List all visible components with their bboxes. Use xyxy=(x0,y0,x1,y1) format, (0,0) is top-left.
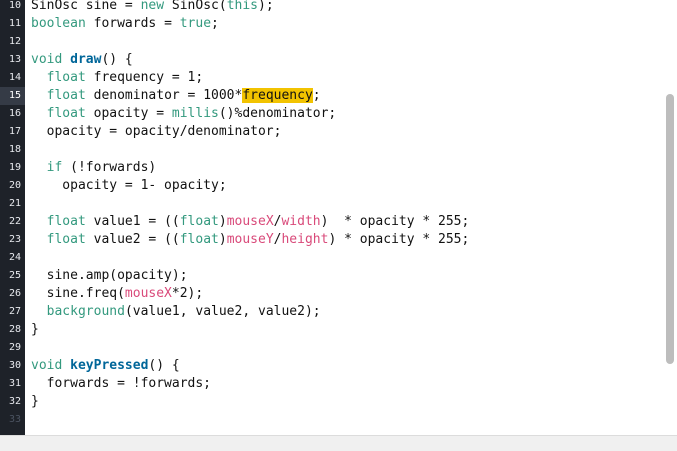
code-line: sine.amp(opacity); xyxy=(31,268,188,283)
line-number: 18 xyxy=(8,144,21,155)
line-number: 25 xyxy=(8,270,21,281)
line-number: 10 xyxy=(8,0,21,11)
code-line: } xyxy=(31,322,39,337)
code-line: float opacity = millis()%denominator; xyxy=(46,106,337,121)
horizontal-scrollbar[interactable] xyxy=(0,435,677,451)
code-line: void keyPressed() { xyxy=(31,358,180,373)
code-line: SinOsc sine = new SinOsc(this); xyxy=(31,0,274,13)
code-line: float value1 = ((float)mouseX/width) * o… xyxy=(46,214,470,229)
code-line: float value2 = ((float)mouseY/height) * … xyxy=(46,232,470,247)
code-line-current: float denominator = 1000*frequency; xyxy=(46,88,321,103)
line-number: 22 xyxy=(8,216,21,227)
line-number: 19 xyxy=(8,162,21,173)
line-number: 24 xyxy=(8,252,21,263)
line-number: 14 xyxy=(8,72,21,83)
line-number: 31 xyxy=(8,378,21,389)
line-number: 11 xyxy=(8,18,21,29)
code-line: sine.freq(mouseX*2); xyxy=(31,286,204,301)
code-line: forwards = !forwards; xyxy=(31,376,212,391)
search-highlight: frequency xyxy=(242,88,313,103)
line-number: 30 xyxy=(8,360,21,371)
line-number: 32 xyxy=(8,396,21,407)
vertical-scrollbar-thumb[interactable] xyxy=(666,94,674,364)
line-number: 12 xyxy=(8,36,21,47)
line-number: 16 xyxy=(8,108,21,119)
code-line: float frequency = 1; xyxy=(46,70,204,85)
code-editor[interactable]: SinOsc sine = new SinOsc(this); boolean … xyxy=(25,0,663,435)
line-number: 23 xyxy=(8,234,21,245)
line-number: 26 xyxy=(8,288,21,299)
code-line: opacity = 1- opacity; xyxy=(31,178,227,193)
code-line: boolean forwards = true; xyxy=(31,16,219,31)
code-line: if (!forwards) xyxy=(46,160,157,175)
code-line: } xyxy=(31,394,39,409)
line-number: 17 xyxy=(8,126,21,137)
line-number: 33 xyxy=(8,414,21,425)
current-line-number: 15 xyxy=(0,87,25,105)
code-line: background(value1, value2, value2); xyxy=(46,304,321,319)
line-number: 21 xyxy=(8,198,21,209)
line-number: 13 xyxy=(8,54,21,65)
line-number: 20 xyxy=(8,180,21,191)
line-number-gutter: 10 11 12 13 14 15 16 17 18 19 20 21 22 2… xyxy=(0,0,25,435)
code-line: void draw() { xyxy=(31,52,133,67)
line-number: 27 xyxy=(8,306,21,317)
line-number: 29 xyxy=(8,342,21,353)
line-number: 28 xyxy=(8,324,21,335)
code-line: opacity = opacity/denominator; xyxy=(31,124,282,139)
